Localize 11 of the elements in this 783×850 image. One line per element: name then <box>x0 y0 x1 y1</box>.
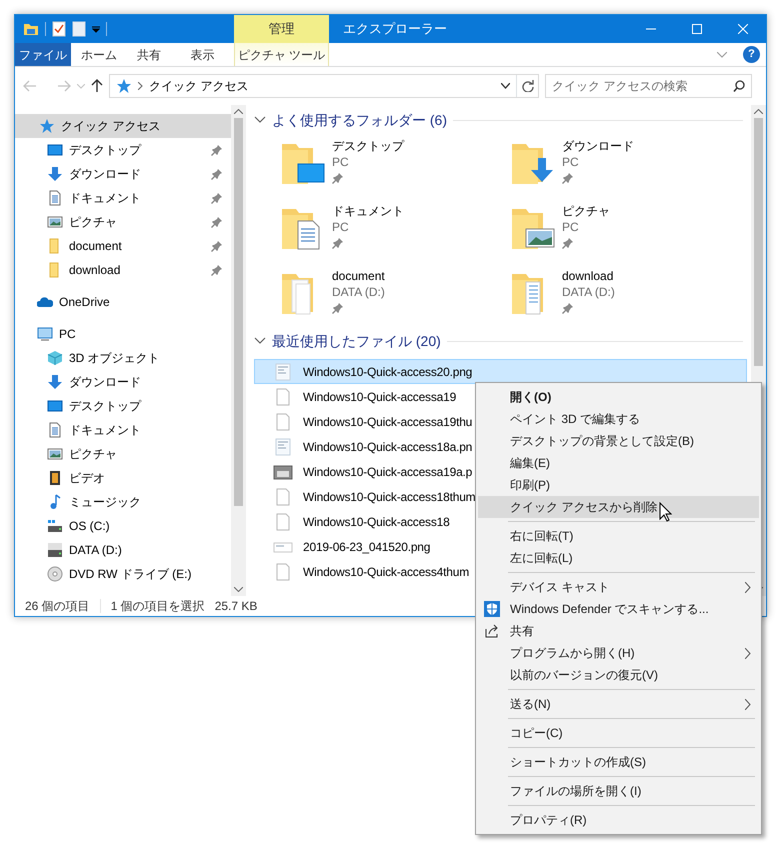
folder-location: PC <box>562 154 579 170</box>
folder-location: DATA (D:) <box>332 284 385 300</box>
selection-size: 25.7 KB <box>214 598 258 615</box>
folder-location: PC <box>562 219 579 235</box>
selection-info: 1 個の項目を選択 <box>110 598 205 615</box>
folder-location: PC <box>332 219 349 235</box>
context-tab-group: 管理 <box>234 15 329 43</box>
folder-location: PC <box>332 154 349 170</box>
folder-location: DATA (D:) <box>562 284 615 300</box>
window-title: エクスプローラー <box>342 20 447 38</box>
item-count: 26 個の項目 <box>25 598 90 615</box>
